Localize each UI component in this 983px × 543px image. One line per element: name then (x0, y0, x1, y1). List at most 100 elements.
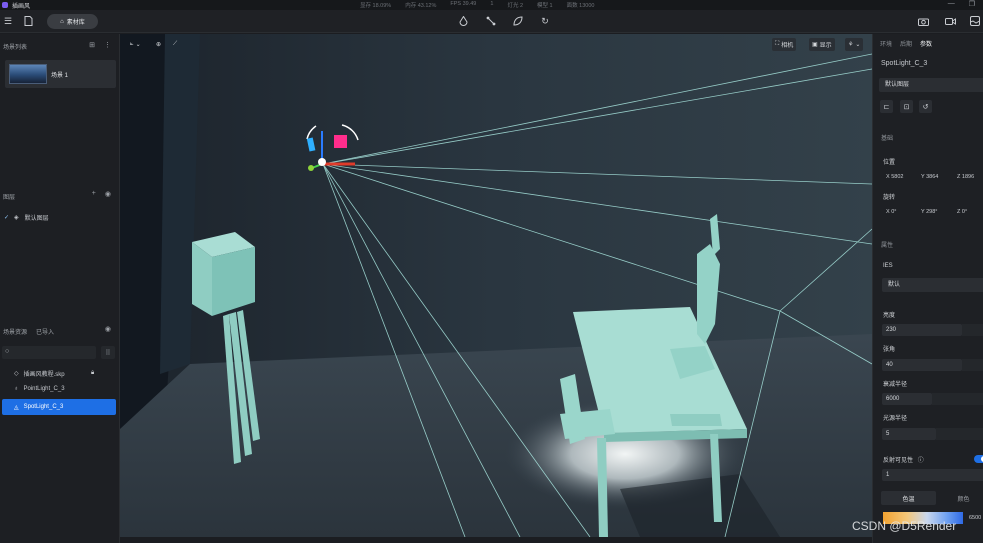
chevron-down-icon: ⌄ (855, 42, 861, 48)
source-radius-slider[interactable] (936, 428, 983, 440)
add-scene-icon[interactable]: ⊞ (89, 41, 95, 49)
app-logo-icon (2, 2, 8, 8)
source-radius-input[interactable]: 5 (882, 428, 983, 440)
stat-memory: 内存 43.12% (405, 3, 437, 9)
path-tool-icon[interactable] (485, 15, 497, 27)
add-layer-icon[interactable]: + (92, 190, 96, 198)
falloff-slider[interactable] (932, 393, 983, 405)
rotation-z[interactable]: Z 0° (957, 209, 967, 215)
tab-params[interactable]: 参数 (920, 39, 932, 48)
layers-title: 图层 (3, 195, 16, 201)
brightness-slider[interactable] (962, 324, 983, 336)
angle-label: 张角 (883, 347, 896, 353)
source-radius-value: 5 (886, 431, 890, 437)
restore-icon[interactable]: ❐ (969, 0, 975, 8)
position-y[interactable]: Y 3864 (921, 174, 938, 180)
object-name: SpotLight_C_3 (881, 60, 928, 67)
reflect-value: 1 (886, 472, 890, 478)
reset-icon[interactable]: ↺ (919, 100, 932, 113)
stat-fps: FPS 39.49 (450, 1, 477, 7)
reflect-visibility-text: 反射可见性 (883, 458, 914, 464)
search-icon: ○ (5, 348, 10, 355)
stat-vram: 显存 18.09% (360, 3, 392, 9)
rotation-x[interactable]: X 0° (886, 209, 896, 215)
tab-scene-assets[interactable]: 场景资源 (3, 327, 27, 336)
menu-icon[interactable]: ☰ (2, 15, 14, 27)
focus-icon[interactable]: ⊡ (900, 100, 913, 113)
system-stats: 显存 18.09% 内存 43.12% FPS 39.49 1 灯光 2 模型 … (360, 1, 594, 9)
rotation-y[interactable]: Y 298° (921, 209, 937, 215)
grid-view-icon[interactable]: ⠿ (101, 346, 115, 359)
tab-post[interactable]: 后期 (900, 39, 912, 48)
window-controls: — ❐ (948, 0, 975, 8)
search-input[interactable]: ○ (2, 346, 96, 359)
reflect-visibility-toggle[interactable] (974, 455, 983, 463)
tab-color-temperature[interactable]: 色温 (881, 491, 936, 505)
new-file-icon[interactable] (22, 15, 34, 27)
scene-render[interactable] (120, 34, 872, 537)
brightness-value: 230 (886, 327, 897, 333)
angle-input[interactable]: 40 (882, 359, 983, 371)
info-icon[interactable]: ⓘ (918, 458, 924, 464)
library-icon: ⌂ (60, 18, 64, 25)
align-icon[interactable]: ⊏ (880, 100, 893, 113)
scene-item[interactable]: 场景 1 (5, 60, 116, 88)
asset-library-button[interactable]: ⌂ 素材库 (47, 14, 98, 29)
angle-value: 40 (886, 362, 893, 368)
display-icon: ▣ (812, 42, 818, 48)
falloff-value: 6000 (886, 396, 900, 402)
check-icon: ✓ (4, 214, 10, 221)
3d-viewport[interactable]: ⟀ ⌄ ⊕ ⟋ ⛶ 相机 ▣ 显示 ⚘ ⌄ (120, 34, 872, 537)
angle-slider[interactable] (962, 359, 983, 371)
asset-row-spotlight[interactable]: ◬ SpotLight_C_3 (2, 399, 116, 415)
render-mode-dropdown[interactable]: ⚘ ⌄ (845, 38, 864, 51)
eyedropper-icon[interactable]: ⟋ (170, 38, 180, 51)
stat-count: 1 (490, 1, 494, 7)
visibility-icon[interactable]: ◉ (105, 325, 111, 333)
right-panel: 环境 后期 参数 SpotLight_C_3 默认图层 ⊏ ⊡ ↺ 基础 位置 … (872, 34, 983, 543)
gallery-icon[interactable] (969, 15, 981, 27)
minimize-icon[interactable]: — (948, 0, 955, 8)
main-toolbar: ☰ ⌂ 素材库 ↻ (0, 10, 983, 33)
spotlight-icon: ◬ (14, 404, 19, 411)
lock-icon[interactable]: 🔒︎ (91, 370, 94, 377)
property-tabs: 环境 后期 参数 (880, 39, 932, 48)
attributes-section-title: 属性 (881, 243, 894, 249)
color-temperature-value[interactable]: 6500 (969, 515, 981, 521)
asset-row-model[interactable]: ◇ 插画风教程.skp 🔒︎ (0, 366, 119, 380)
ies-select[interactable]: 默认 (882, 278, 983, 292)
app-title: 插画风 (12, 3, 31, 10)
left-panel: 场景列表 ⊞ ⋮ 场景 1 图层 + ◉ ✓ ◈ 默认图层 场景资源 已导入 ◉… (0, 34, 120, 543)
tab-imported[interactable]: 已导入 (36, 327, 54, 336)
screenshot-camera-icon[interactable] (917, 15, 929, 27)
scene-list-title: 场景列表 (3, 45, 28, 51)
display-button[interactable]: ▣ 显示 (809, 38, 835, 51)
title-bar: 插画风 显存 18.09% 内存 43.12% FPS 39.49 1 灯光 2… (0, 0, 983, 10)
video-camera-icon[interactable] (944, 15, 956, 27)
position-z[interactable]: Z 1896 (957, 174, 974, 180)
refresh-icon[interactable]: ↻ (539, 15, 551, 27)
layer-select[interactable]: 默认图层 (879, 78, 983, 92)
color-mode-tabs: 色温 颜色 (881, 491, 983, 505)
camera-button[interactable]: ⛶ 相机 (772, 38, 797, 51)
leaf-icon[interactable] (512, 15, 524, 27)
globe-icon[interactable]: ⊕ (153, 38, 164, 51)
transform-mode-dropdown[interactable]: ⟀ ⌄ (127, 38, 144, 51)
asset-label: PointLight_C_3 (23, 386, 65, 392)
falloff-label: 衰减半径 (883, 382, 908, 388)
stat-faces: 面数 13000 (566, 3, 595, 9)
more-options-icon[interactable]: ⋮ (104, 41, 111, 49)
droplet-icon[interactable] (457, 15, 469, 27)
tab-environment[interactable]: 环境 (880, 39, 892, 48)
position-x[interactable]: X 5802 (886, 174, 903, 180)
brightness-input[interactable]: 230 (882, 324, 983, 336)
falloff-input[interactable]: 6000 (882, 393, 983, 405)
eye-icon[interactable]: ◉ (105, 190, 111, 198)
layer-row[interactable]: ✓ ◈ 默认图层 (0, 210, 119, 224)
render-mode-icon: ⚘ (848, 42, 854, 48)
watermark: CSDN @D5Render (852, 519, 957, 533)
reflect-visibility-label: 反射可见性 ⓘ (883, 455, 924, 464)
asset-row-pointlight[interactable]: ♁ PointLight_C_3 (0, 382, 119, 396)
tab-color[interactable]: 颜色 (936, 491, 983, 505)
reflect-value-input[interactable]: 1 (882, 469, 983, 481)
